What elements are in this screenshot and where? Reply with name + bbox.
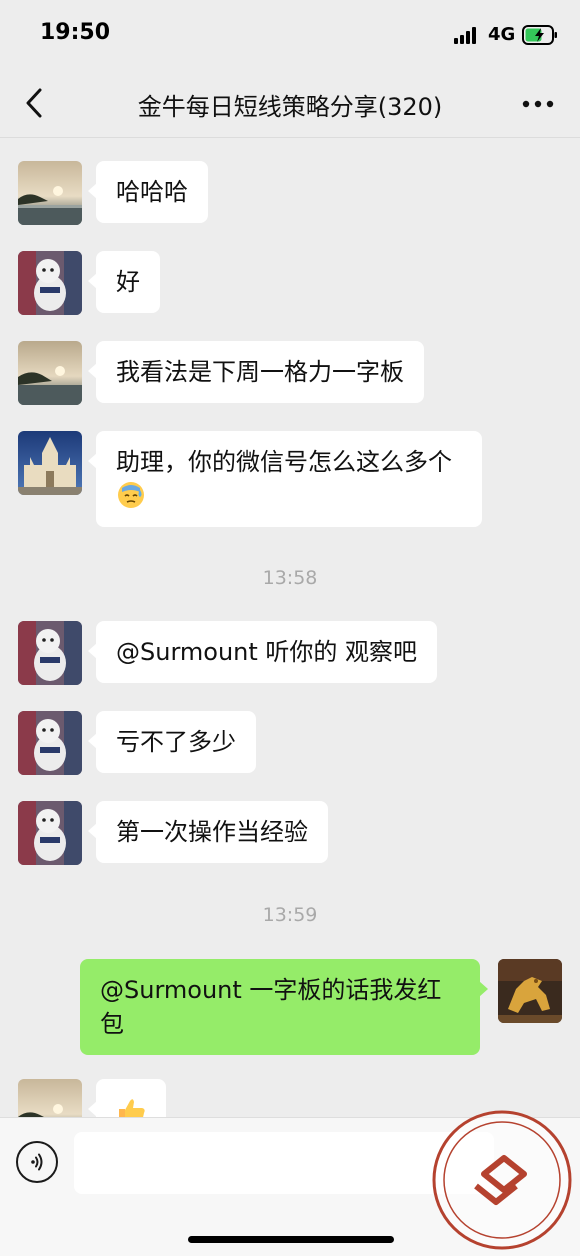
message-bubble[interactable]: 哈哈哈 <box>88 161 208 223</box>
avatar-cartoon-cat[interactable] <box>18 801 82 865</box>
message-bubble[interactable]: @Surmount 听你的 观察吧 <box>87 621 438 683</box>
network-type-label: 4G <box>488 24 516 45</box>
message-text-line: 包 <box>100 1010 124 1038</box>
thumbs-up-emoji-icon <box>119 1099 145 1117</box>
message-bubble[interactable]: 我看法是下周一格力一字板 <box>88 341 424 403</box>
status-bar: 19:50 4G <box>0 0 580 70</box>
home-indicator[interactable] <box>188 1236 394 1243</box>
more-options-icon[interactable] <box>520 92 556 116</box>
message-text: 助理，你的微信号怎么这么多个 <box>116 448 452 476</box>
message-bubble[interactable]: 第一次操作当经验 <box>88 801 328 863</box>
avatar-cathedral[interactable] <box>18 431 82 495</box>
avatar-golden-horse[interactable] <box>498 959 562 1023</box>
my-message-bubble[interactable]: @Surmount 一字板的话我发红 包 <box>80 959 488 1055</box>
watermark-seal <box>432 1110 572 1250</box>
avatar-sunset[interactable] <box>18 341 82 405</box>
chat-title: 金牛每日短线策略分享(320) <box>137 93 443 121</box>
message-bubble[interactable]: 亏不了多少 <box>88 711 256 773</box>
message-bubble[interactable] <box>88 1079 166 1117</box>
message-list[interactable]: 哈哈哈 好 我看法是下周一格力一字板 助理，你的微信号怎么这么多个 13:58 … <box>0 139 580 1117</box>
timestamp: 13:58 <box>262 567 318 589</box>
avatar-sunset[interactable] <box>18 161 82 225</box>
signal-strength-icon <box>454 27 480 44</box>
voice-wave-icon <box>31 1153 43 1171</box>
message-text-line: @Surmount 一字板的话我发红 <box>100 976 442 1004</box>
message-bubble[interactable]: 助理，你的微信号怎么这么多个 <box>88 431 482 527</box>
avatar-cartoon-cat[interactable] <box>18 621 82 685</box>
sweat-smile-emoji-icon <box>118 482 144 508</box>
avatar-cartoon-cat[interactable] <box>18 711 82 775</box>
timestamp: 13:59 <box>262 904 318 926</box>
avatar-sunset[interactable] <box>18 1079 82 1117</box>
message-bubble[interactable]: 好 <box>88 251 160 313</box>
nav-bar: 金牛每日短线策略分享(320) <box>0 70 580 138</box>
back-arrow-icon[interactable] <box>20 86 48 120</box>
battery-charging-icon <box>522 25 557 45</box>
avatar-cartoon-cat[interactable] <box>18 251 82 315</box>
voice-input-button[interactable] <box>16 1141 58 1183</box>
status-time: 19:50 <box>40 20 111 45</box>
